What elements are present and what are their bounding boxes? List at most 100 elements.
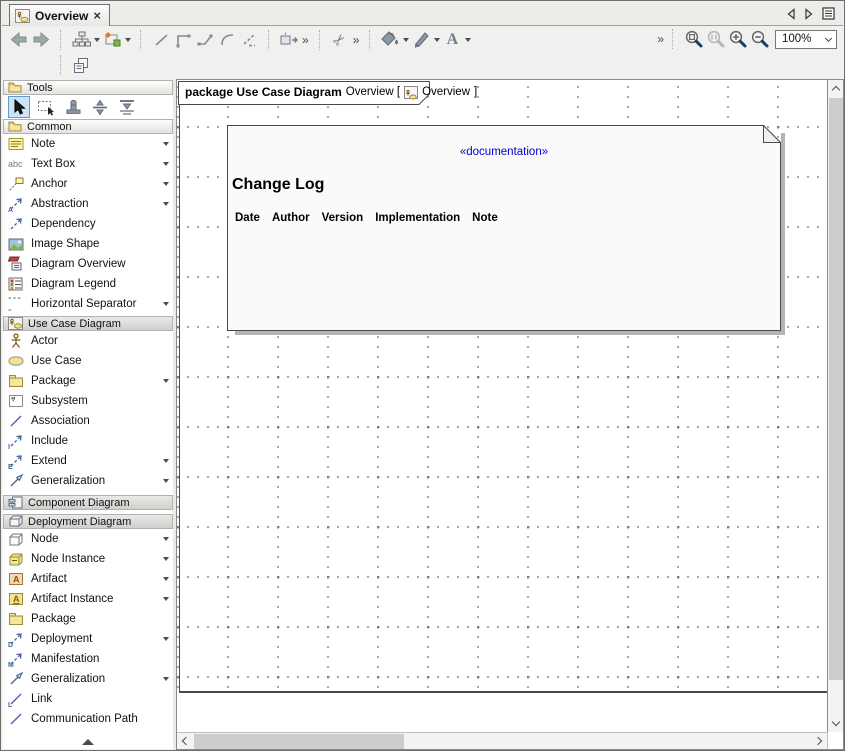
- pen-color-button[interactable]: [410, 29, 432, 51]
- previous-diagram-button[interactable]: [786, 7, 796, 25]
- fill-color-dropdown[interactable]: [401, 29, 410, 51]
- palette-item-deployment[interactable]: D Deployment: [3, 629, 173, 649]
- dropdown-arrow-icon[interactable]: [159, 479, 173, 483]
- palette-header-tools[interactable]: Tools: [3, 80, 173, 95]
- palette-item-dependency[interactable]: Dependency: [3, 214, 173, 234]
- select-tool-button[interactable]: [8, 96, 30, 118]
- horizontal-scrollbar[interactable]: [177, 732, 827, 749]
- palette-item-generalization-usecase[interactable]: Generalization: [3, 471, 173, 491]
- stamp-tool-button[interactable]: [62, 96, 84, 118]
- palette-item-abstraction[interactable]: A Abstraction: [3, 194, 173, 214]
- dropdown-arrow-icon[interactable]: [159, 537, 173, 541]
- font-color-dropdown[interactable]: [463, 29, 472, 51]
- palette-header-use-case-diagram[interactable]: Use Case Diagram: [3, 316, 173, 331]
- layout-tree-dropdown[interactable]: [92, 29, 101, 51]
- palette-scroll-up-button[interactable]: [3, 739, 173, 745]
- path-style-curved-button[interactable]: [216, 29, 238, 51]
- palette-item-communication-path[interactable]: Communication Path: [3, 709, 173, 729]
- palette-item-generalization-deployment[interactable]: Generalization: [3, 669, 173, 689]
- path-style-rectilinear-button[interactable]: [172, 29, 194, 51]
- dropdown-arrow-icon[interactable]: [159, 302, 173, 306]
- palette-header-label: Use Case Diagram: [28, 318, 121, 330]
- horizontal-split-tool-button[interactable]: [116, 96, 138, 118]
- folder-icon: [8, 121, 22, 132]
- palette-item-link[interactable]: L Link: [3, 689, 173, 709]
- dropdown-arrow-icon[interactable]: [159, 202, 173, 206]
- package-icon: [8, 373, 25, 389]
- palette-item-node-instance[interactable]: Node Instance: [3, 549, 173, 569]
- add-shape-dropdown[interactable]: [123, 29, 132, 51]
- dropdown-arrow-icon[interactable]: [159, 182, 173, 186]
- palette-item-association[interactable]: Association: [3, 411, 173, 431]
- nav-back-button[interactable]: [8, 29, 30, 51]
- palette-item-note[interactable]: Note: [3, 134, 173, 154]
- dropdown-arrow-icon[interactable]: [159, 637, 173, 641]
- documentation-note[interactable]: «documentation» Change Log Date Author V…: [227, 125, 781, 331]
- palette-item-subsystem[interactable]: Subsystem: [3, 391, 173, 411]
- dropdown-arrow-icon[interactable]: [159, 162, 173, 166]
- zoom-fit-button[interactable]: [683, 28, 705, 50]
- palette-item-horizontal-separator[interactable]: ---- Horizontal Separator: [3, 294, 173, 314]
- pen-color-dropdown[interactable]: [432, 29, 441, 51]
- path-style-bent-button[interactable]: [194, 29, 216, 51]
- diagram-canvas-panel: package Use Case Diagram Overview [ Over…: [176, 79, 844, 750]
- dropdown-arrow-icon[interactable]: [159, 379, 173, 383]
- scroll-left-button[interactable]: [177, 734, 193, 748]
- vertical-split-tool-button[interactable]: [89, 96, 111, 118]
- layout-tree-button[interactable]: [70, 29, 92, 51]
- cut-button[interactable]: ✂: [329, 29, 351, 51]
- diagram-frame-header[interactable]: package Use Case Diagram Overview [ Over…: [178, 81, 431, 110]
- palette-item-package-deployment[interactable]: Package: [3, 609, 173, 629]
- palette-item-node[interactable]: Node: [3, 529, 173, 549]
- horizontal-scrollbar-thumb[interactable]: [194, 734, 404, 749]
- close-icon[interactable]: ×: [93, 11, 101, 21]
- vertical-scrollbar[interactable]: [827, 80, 843, 732]
- zoom-in-button[interactable]: [727, 28, 749, 50]
- scroll-right-button[interactable]: [811, 734, 827, 748]
- scroll-down-button[interactable]: [829, 714, 843, 731]
- resize-shape-button[interactable]: [278, 29, 300, 51]
- nav-forward-button[interactable]: [30, 29, 52, 51]
- palette-item-artifact[interactable]: A Artifact: [3, 569, 173, 589]
- add-shape-button[interactable]: [101, 29, 123, 51]
- dropdown-arrow-icon[interactable]: [159, 142, 173, 146]
- palette-item-anchor[interactable]: Anchor: [3, 174, 173, 194]
- zoom-out-button[interactable]: [749, 28, 771, 50]
- palette-item-diagram-legend[interactable]: Diagram Legend: [3, 274, 173, 294]
- palette-header-deployment-diagram[interactable]: Deployment Diagram: [3, 514, 173, 529]
- palette-item-diagram-overview[interactable]: Diagram Overview: [3, 254, 173, 274]
- svg-text:A: A: [13, 594, 20, 604]
- tab-overview[interactable]: Overview ×: [9, 4, 110, 26]
- marquee-selection-tool-button[interactable]: [35, 96, 57, 118]
- path-style-custom-button[interactable]: [238, 29, 260, 51]
- scroll-up-button[interactable]: [829, 80, 843, 97]
- copy-diagram-button[interactable]: [70, 54, 92, 76]
- overflow-icon[interactable]: »: [351, 33, 362, 47]
- palette-item-actor[interactable]: Actor: [3, 331, 173, 351]
- diagram-list-button[interactable]: [822, 7, 835, 25]
- palette-item-manifestation[interactable]: M Manifestation: [3, 649, 173, 669]
- dropdown-arrow-icon[interactable]: [159, 459, 173, 463]
- dropdown-arrow-icon[interactable]: [159, 577, 173, 581]
- palette-item-image-shape[interactable]: Image Shape: [3, 234, 173, 254]
- font-color-button[interactable]: A: [441, 29, 463, 51]
- vertical-scrollbar-thumb[interactable]: [829, 98, 843, 680]
- overflow-icon[interactable]: »: [300, 33, 311, 47]
- dropdown-arrow-icon[interactable]: [159, 597, 173, 601]
- next-diagram-button[interactable]: [804, 7, 814, 25]
- dropdown-arrow-icon[interactable]: [159, 557, 173, 561]
- palette-item-text-box[interactable]: abc Text Box: [3, 154, 173, 174]
- diagram-canvas[interactable]: package Use Case Diagram Overview [ Over…: [177, 80, 827, 732]
- palette-item-extend[interactable]: E Extend: [3, 451, 173, 471]
- overflow-icon[interactable]: »: [655, 32, 666, 46]
- fill-color-button[interactable]: [379, 29, 401, 51]
- palette-item-package-usecase[interactable]: Package: [3, 371, 173, 391]
- dropdown-arrow-icon[interactable]: [159, 677, 173, 681]
- path-style-oblique-button[interactable]: [150, 29, 172, 51]
- palette-item-artifact-instance[interactable]: A Artifact Instance: [3, 589, 173, 609]
- palette-header-common[interactable]: Common: [3, 119, 173, 134]
- palette-header-component-diagram[interactable]: Component Diagram: [3, 495, 173, 510]
- zoom-level-combobox[interactable]: 100%: [775, 30, 837, 49]
- palette-item-include[interactable]: I Include: [3, 431, 173, 451]
- palette-item-use-case[interactable]: Use Case: [3, 351, 173, 371]
